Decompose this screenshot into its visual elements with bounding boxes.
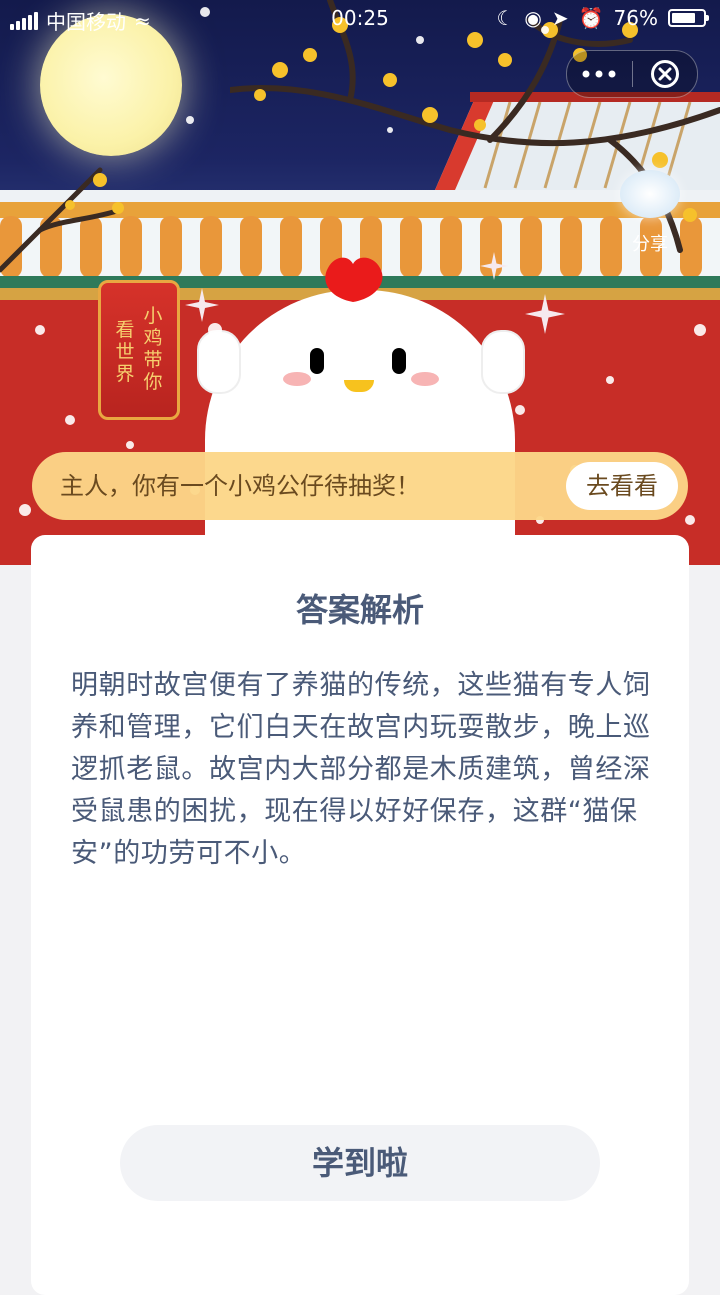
lottery-banner[interactable]: 主人，你有一个小鸡公仔待抽奖！ 去看看 — [32, 452, 688, 520]
learned-button[interactable]: 学到啦 — [120, 1125, 600, 1201]
more-button[interactable] — [567, 51, 632, 97]
go-see-button[interactable]: 去看看 — [566, 462, 678, 510]
miniprogram-capsule — [566, 50, 698, 98]
answer-card: 答案解析 明朝时故宫便有了养猫的传统，这些猫有专人饲养和管理，它们白天在故宫内玩… — [31, 535, 689, 1295]
banner-message: 主人，你有一个小鸡公仔待抽奖！ — [60, 472, 420, 500]
moon-icon: ☾ — [496, 6, 515, 30]
close-button[interactable] — [633, 51, 698, 97]
status-bar: 中国移动 ≈ 00:25 ☾ ◉ ➤ ⏰ 76% — [0, 0, 720, 36]
answer-title: 答案解析 — [295, 591, 424, 629]
battery-percent: 76% — [613, 6, 658, 30]
location-icon: ➤ — [551, 6, 569, 30]
alarm-icon: ⏰ — [578, 6, 604, 30]
clock: 00:25 — [331, 6, 389, 30]
battery-icon — [668, 9, 709, 27]
answer-body: 明朝时故宫便有了养猫的传统，这些猫有专人饲养和管理，它们白天在故宫内玩耍散步，晚… — [71, 670, 651, 869]
lock-rotation-icon: ◉ — [524, 6, 542, 30]
more-dots-icon — [582, 70, 616, 78]
close-circle-icon — [650, 60, 679, 88]
